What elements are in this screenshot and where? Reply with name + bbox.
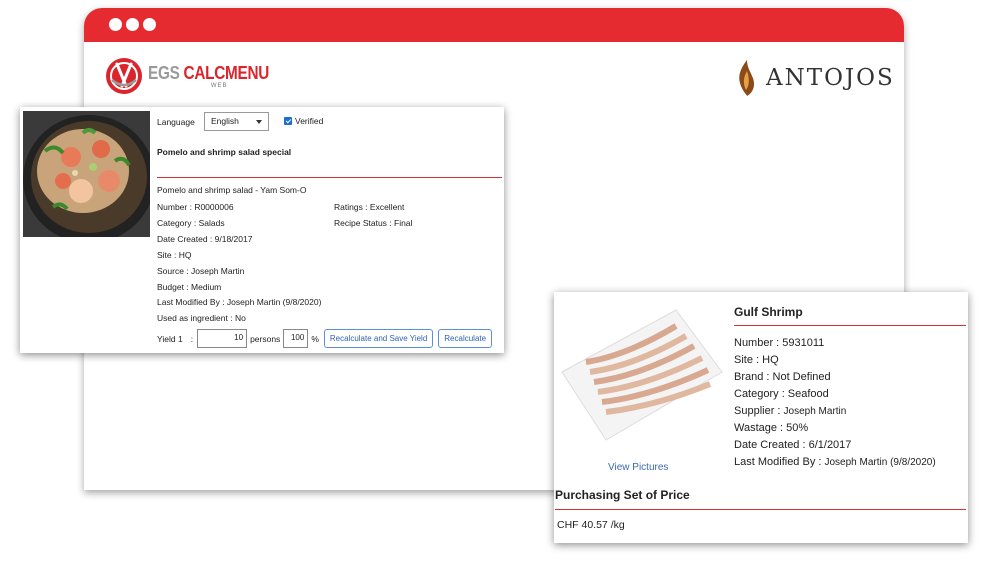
yield-input[interactable]: 10: [197, 329, 248, 348]
logo-web-text: WEB: [210, 82, 228, 89]
percent-sign: %: [311, 333, 319, 344]
checkbox-checked-icon[interactable]: [284, 117, 292, 125]
antojos-logo: ANTOJOS: [736, 58, 895, 98]
view-pictures-link[interactable]: View Pictures: [608, 462, 668, 473]
ingredient-card: View Pictures Gulf Shrimp Number : 59310…: [554, 292, 968, 543]
recipe-budget: Budget : Medium: [157, 282, 222, 292]
yield-label: Yield 1: [157, 333, 183, 344]
recipe-subtitle: Pomelo and shrimp salad - Yam Som-O: [157, 185, 307, 195]
calcmenu-logo: EGS CALCMENU WEB: [104, 56, 290, 96]
ingredient-last-modified: Last Modified By : Joseph Martin (9/8/20…: [734, 456, 936, 468]
language-select[interactable]: English: [204, 112, 269, 131]
supplier-label: Supplier :: [734, 405, 784, 417]
yield-colon: :: [190, 333, 194, 344]
recipe-number: Number : R0000006: [157, 202, 234, 212]
recipe-category: Category : Salads: [157, 218, 225, 228]
last-modified-label: Last Modified By :: [734, 456, 825, 468]
last-modified-value: Joseph Martin (9/8/2020): [824, 457, 936, 468]
divider: [555, 509, 966, 510]
recipe-last-modified: Last Modified By : Joseph Martin (9/8/20…: [157, 297, 322, 307]
recipe-title: Pomelo and shrimp salad special: [157, 147, 292, 157]
window-dot-icon[interactable]: [109, 18, 122, 31]
price-value: CHF 40.57 /kg: [557, 519, 625, 531]
logo-egs-text: EGS: [148, 62, 180, 83]
divider: [734, 325, 966, 326]
recipe-card: Language English Verified Pomelo and shr…: [20, 107, 504, 353]
percent-input[interactable]: 100: [283, 329, 309, 348]
recipe-source: Source : Joseph Martin: [157, 266, 245, 276]
language-value: English: [211, 116, 239, 126]
chevron-down-icon: [256, 120, 262, 124]
recipe-date-created: Date Created : 9/18/2017: [157, 234, 253, 244]
purchasing-title: Purchasing Set of Price: [555, 488, 690, 502]
window-dot-icon[interactable]: [143, 18, 156, 31]
persons-label: persons: [250, 333, 281, 344]
verified-checkbox[interactable]: Verified: [284, 116, 323, 126]
browser-title-bar: [84, 8, 904, 42]
verified-label: Verified: [295, 116, 324, 126]
ingredient-photo: [556, 302, 724, 444]
ingredient-site: Site : HQ: [734, 354, 779, 366]
ingredient-date-created: Date Created : 6/1/2017: [734, 439, 852, 451]
antojos-text: ANTOJOS: [766, 65, 895, 91]
ingredient-wastage: Wastage : 50%: [734, 422, 809, 434]
recalculate-button[interactable]: Recalculate: [438, 329, 493, 348]
ingredient-supplier: Supplier : Joseph Martin: [734, 405, 846, 417]
supplier-value: Joseph Martin: [783, 406, 847, 417]
window-dot-icon[interactable]: [126, 18, 139, 31]
recalculate-save-button[interactable]: Recalculate and Save Yield: [323, 329, 434, 348]
logo-calcmenu-text: CALCMENU: [183, 62, 270, 83]
divider: [157, 177, 502, 178]
recipe-photo: [23, 111, 150, 237]
calcmenu-badge-icon: [106, 58, 142, 94]
ingredient-category: Category : Seafood: [734, 388, 829, 400]
recipe-ratings: Ratings : Excellent: [334, 202, 405, 212]
yield-row: Yield 1 : 10 persons 100 % Recalculate a…: [157, 329, 493, 348]
recipe-used-as-ingredient: Used as ingredient : No: [157, 313, 246, 323]
ingredient-number: Number : 5931011: [734, 337, 825, 349]
recipe-site: Site : HQ: [157, 250, 192, 260]
ingredient-title: Gulf Shrimp: [734, 305, 803, 319]
flame-icon: [739, 60, 755, 96]
recipe-status: Recipe Status : Final: [334, 218, 413, 228]
stage: EGS CALCMENU WEB ANTOJOS Language Englis…: [0, 0, 999, 562]
ingredient-brand: Brand : Not Defined: [734, 371, 831, 383]
language-label: Language: [157, 117, 195, 127]
